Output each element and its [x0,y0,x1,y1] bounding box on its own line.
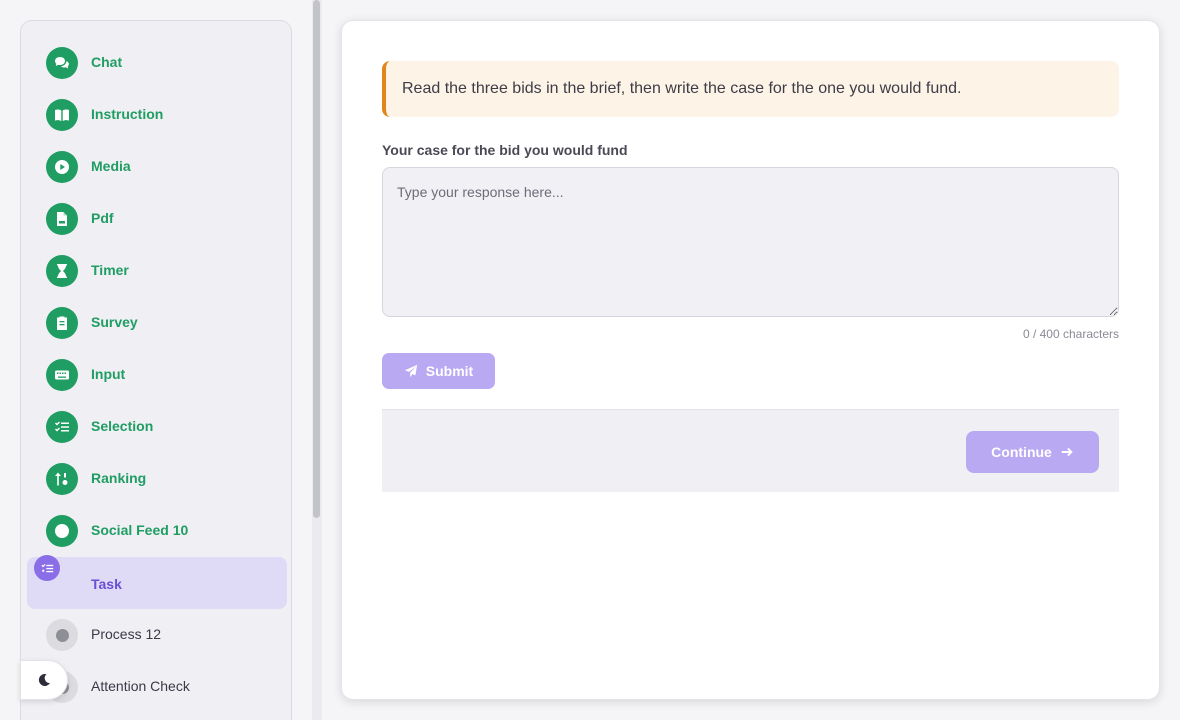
theme-toggle-button[interactable] [20,660,68,700]
response-field-label: Your case for the bid you would fund [382,142,628,158]
response-textarea[interactable] [382,167,1119,317]
pending-dot-icon [46,619,78,651]
sidebar-item-task[interactable]: Task [27,555,287,609]
sidebar-item-label: Timer [91,262,129,278]
footer-bar: Continue [382,409,1119,492]
continue-button[interactable]: Continue [966,431,1099,473]
sidebar-item-survey[interactable]: Survey [27,297,287,349]
sidebar-item-label: Media [91,158,131,174]
hourglass-icon [46,255,78,287]
sidebar-item-process[interactable]: Process 12 [27,609,287,661]
checklist-icon [46,411,78,443]
sidebar-item-chat[interactable]: Chat [27,37,287,89]
continue-button-label: Continue [991,444,1052,460]
sidebar-item-ranking[interactable]: Ranking [27,453,287,505]
sidebar-item-label: Pdf [91,210,114,226]
book-icon [46,99,78,131]
pdf-file-icon [46,203,78,235]
sidebar-item-label: Task [91,576,122,592]
play-icon [46,151,78,183]
send-icon [404,364,417,378]
submit-button-label: Submit [425,363,474,379]
sidebar-item-pdf[interactable]: Pdf [27,193,287,245]
brief-callout: Read the three bids in the brief, then w… [382,61,1119,117]
sidebar-item-label: Input [91,366,126,382]
sidebar-item-label: Social Feed 10 [91,522,189,538]
submit-button[interactable]: Submit [382,353,495,389]
sidebar-item-timer[interactable]: Timer [27,245,287,297]
circle-icon [46,515,78,547]
task-card: Read the three bids in the brief, then w… [341,20,1160,700]
sidebar-item-label: Chat [91,54,123,70]
sidebar-item-label: Process 12 [91,626,162,642]
sidebar-item-social-feed[interactable]: Social Feed 10 [27,505,287,557]
sidebar-item-label: Ranking [91,470,147,486]
task-list-icon [34,555,60,581]
sidebar-item-label: Attention Check [91,678,190,694]
keyboard-icon [46,359,78,391]
sidebar-item-instruction[interactable]: Instruction [27,89,287,141]
clipboard-icon [46,307,78,339]
moon-icon [38,673,50,686]
sidebar-item-label: Selection [91,418,154,434]
sidebar-item-media[interactable]: Media [27,141,287,193]
sidebar-item-selection[interactable]: Selection [27,401,287,453]
sidebar-item-label: Instruction [91,106,164,122]
sidebar: Chat Instruction Media Pdf Timer Survey … [20,20,292,720]
sidebar-item-label: Survey [91,314,138,330]
sort-icon [46,463,78,495]
character-counter: 0 / 400 characters [1022,327,1119,341]
chat-icon [46,47,78,79]
arrow-right-icon [1061,447,1073,457]
sidebar-item-input[interactable]: Input [27,349,287,401]
sidebar-scrollbar-thumb[interactable] [313,0,320,518]
